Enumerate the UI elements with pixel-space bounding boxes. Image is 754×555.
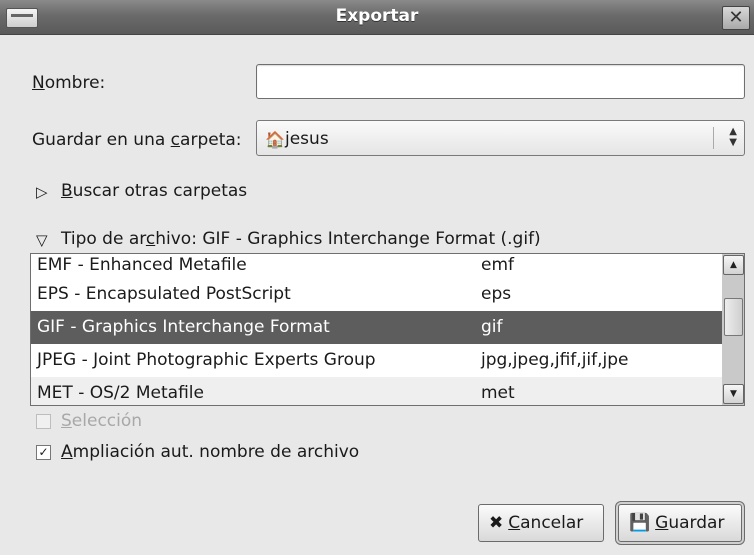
auto-extension-checkbox[interactable]: ✓ <box>36 445 51 460</box>
selection-label: Selección <box>61 411 143 431</box>
combo-separator <box>713 127 714 149</box>
scroll-up-button[interactable]: ▲ <box>723 255 744 275</box>
save-button[interactable]: 💾 Guardar <box>618 504 742 542</box>
filetype-expander[interactable]: Tipo de archivo: GIF - Graphics Intercha… <box>61 229 541 249</box>
list-item-selected[interactable]: GIF - Graphics Interchange Format gif <box>31 311 723 344</box>
selection-checkbox[interactable] <box>36 414 51 429</box>
filetype-list[interactable]: EMF - Enhanced Metafile emf EPS - Encapsu… <box>30 253 724 406</box>
save-icon: 💾 <box>629 513 651 533</box>
folder-label: Guardar en una carpeta: <box>32 130 242 150</box>
filetype-expander-icon[interactable]: ▽ <box>36 231 48 249</box>
title-bar: Exportar ✕ <box>0 0 754 35</box>
list-item[interactable]: MET - OS/2 Metafile met <box>31 377 723 405</box>
folder-combo-value: jesus <box>285 129 329 149</box>
auto-extension-label: Ampliación aut. nombre de archivo <box>61 442 360 462</box>
scroll-down-button[interactable]: ▼ <box>723 384 744 404</box>
browse-folders-expander[interactable]: Buscar otras carpetas <box>61 181 247 201</box>
export-dialog: Exportar ✕ Nombre: Guardar en una carpet… <box>0 0 754 555</box>
name-input[interactable] <box>256 64 745 99</box>
name-label: Nombre: <box>32 73 106 93</box>
close-button[interactable]: ✕ <box>722 6 750 30</box>
folder-home-icon: 🏠 <box>265 130 285 149</box>
list-item[interactable]: EMF - Enhanced Metafile emf <box>31 254 723 278</box>
list-scrollbar[interactable]: ▲ ▼ <box>722 253 745 406</box>
close-icon: ✕ <box>728 7 744 28</box>
scroll-thumb[interactable] <box>724 298 743 336</box>
folder-combo[interactable]: 🏠 jesus ▲ ▼ <box>256 120 745 156</box>
updown-arrows-icon: ▲ ▼ <box>729 126 737 148</box>
list-item[interactable]: EPS - Encapsulated PostScript eps <box>31 278 723 311</box>
cancel-icon: ✖ <box>489 513 504 533</box>
cancel-button[interactable]: ✖ Cancelar <box>478 504 604 542</box>
list-item[interactable]: JPEG - Joint Photographic Experts Group j… <box>31 344 723 377</box>
window-title: Exportar <box>335 6 419 26</box>
browse-expander-icon[interactable]: ▷ <box>36 183 48 201</box>
